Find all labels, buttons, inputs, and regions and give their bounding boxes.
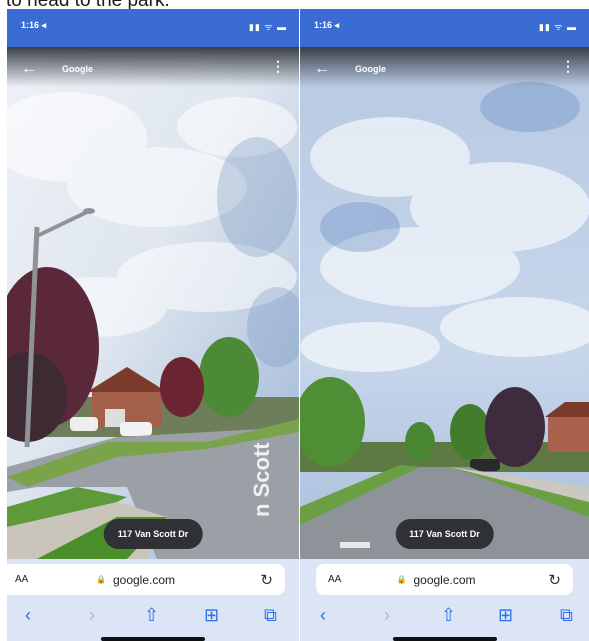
street-view-image[interactable]: n Scott ← Google ⋮ 117 Van Scott Dr — [7, 47, 299, 559]
back-icon[interactable]: ‹ — [25, 605, 31, 625]
street-view-scene — [300, 47, 589, 559]
home-indicator — [101, 637, 205, 641]
bookmarks-icon[interactable]: ⊞ — [204, 605, 219, 625]
browser-bar: AA 🔒 google.com ↻ ‹ › ⇧ ⊞ ⧉ — [7, 559, 299, 641]
url-text: google.com — [413, 573, 476, 587]
reload-icon[interactable]: ↻ — [260, 571, 273, 589]
status-time: 1:16 ◂ — [314, 20, 340, 30]
street-view-scene: n Scott — [7, 47, 299, 559]
text-size-button[interactable]: AA — [328, 574, 341, 585]
forward-icon[interactable]: › — [384, 605, 390, 625]
home-indicator — [392, 637, 497, 641]
lock-icon: 🔒 — [396, 575, 407, 584]
back-arrow-icon[interactable]: ← — [314, 61, 330, 77]
share-icon[interactable]: ⇧ — [144, 605, 159, 625]
street-view-title: Google — [355, 64, 386, 74]
street-view-top-bar: ← Google ⋮ — [7, 47, 299, 87]
url-field[interactable]: AA 🔒 google.com ↻ — [7, 564, 285, 595]
forward-icon[interactable]: › — [89, 605, 95, 625]
status-time: 1:16 ◂ — [21, 20, 47, 30]
street-view-top-bar: ← Google ⋮ — [300, 47, 589, 87]
text-size-button[interactable]: AA — [15, 574, 28, 585]
url-field[interactable]: AA 🔒 google.com ↻ — [316, 564, 573, 595]
street-view-image[interactable]: ← Google ⋮ 117 Van Scott Dr — [300, 47, 589, 559]
status-icons: ▮▮ ᯤ ▬ — [538, 22, 577, 32]
reload-icon[interactable]: ↻ — [548, 571, 561, 589]
status-icons: ▮▮ ᯤ ▬ — [248, 22, 287, 32]
phone-screen-left: 1:16 ◂ ▮▮ ᯤ ▬ n Scott ← Google ⋮ 117 Van… — [7, 9, 299, 641]
bookmarks-icon[interactable]: ⊞ — [498, 605, 513, 625]
tabs-icon[interactable]: ⧉ — [264, 605, 277, 625]
share-icon[interactable]: ⇧ — [441, 605, 456, 625]
street-sign-text: n Scott — [249, 442, 274, 517]
browser-bar: AA 🔒 google.com ↻ ‹ › ⇧ ⊞ ⧉ — [300, 559, 589, 641]
phone-screen-right: 1:16 ◂ ▮▮ ᯤ ▬ ← Google ⋮ 117 Van Scott D… — [300, 9, 589, 641]
more-options-icon[interactable]: ⋮ — [271, 59, 285, 73]
street-view-title: Google — [62, 64, 93, 74]
status-bar: 1:16 ◂ ▮▮ ᯤ ▬ — [300, 9, 589, 47]
status-bar: 1:16 ◂ ▮▮ ᯤ ▬ — [7, 9, 299, 47]
more-options-icon[interactable]: ⋮ — [561, 59, 575, 73]
address-label[interactable]: 117 Van Scott Dr — [395, 519, 494, 549]
back-icon[interactable]: ‹ — [320, 605, 326, 625]
browser-toolbar: ‹ › ⇧ ⊞ ⧉ — [300, 605, 589, 631]
address-label[interactable]: 117 Van Scott Dr — [103, 519, 203, 549]
url-text: google.com — [112, 573, 176, 587]
tabs-icon[interactable]: ⧉ — [560, 605, 573, 625]
back-arrow-icon[interactable]: ← — [21, 61, 37, 77]
browser-toolbar: ‹ › ⇧ ⊞ ⧉ — [7, 605, 299, 631]
lock-icon: 🔒 — [96, 575, 106, 584]
